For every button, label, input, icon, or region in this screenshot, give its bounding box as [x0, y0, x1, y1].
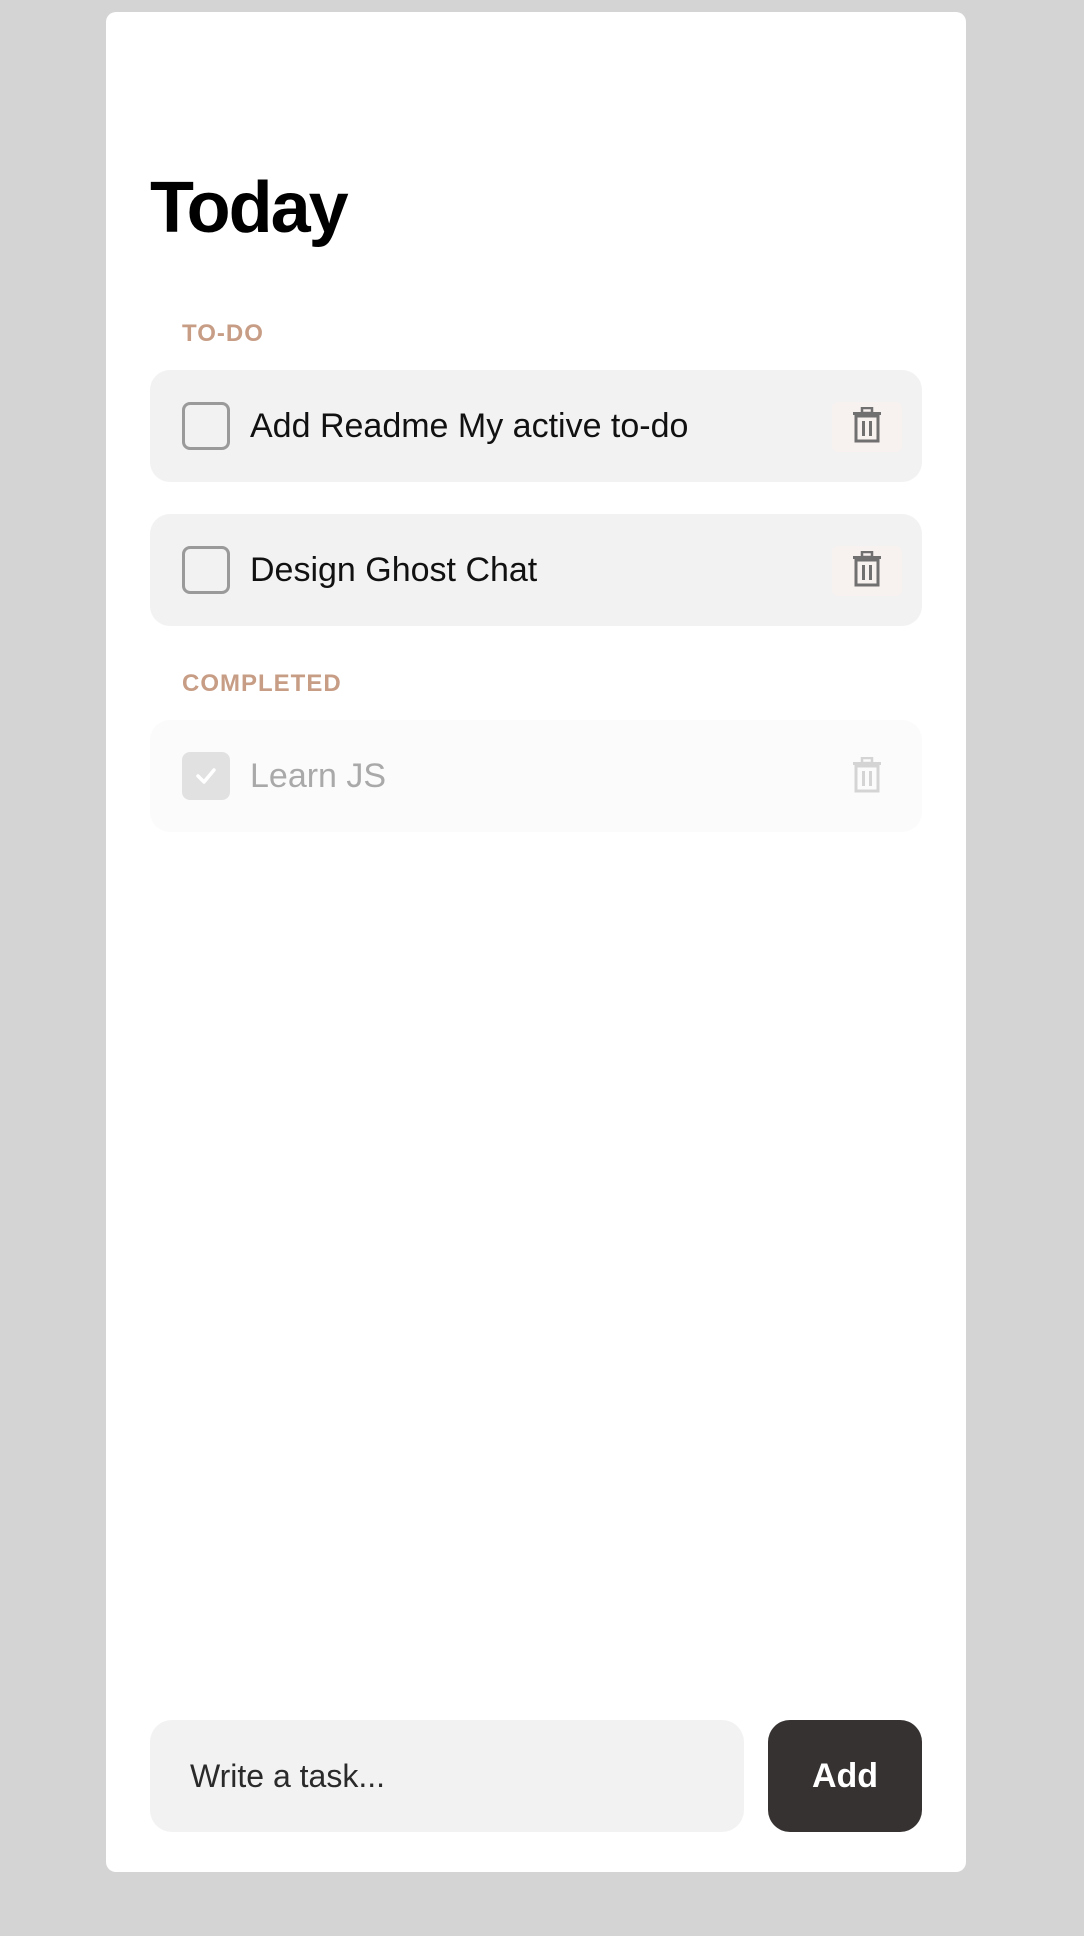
task-checkbox-checked[interactable]: [182, 752, 230, 800]
task-label: Add Readme My active to-do: [250, 407, 689, 445]
task-label: Design Ghost Chat: [250, 551, 538, 589]
completed-section-label: COMPLETED: [182, 670, 342, 697]
trash-icon: [851, 406, 883, 448]
task-label: Learn JS: [250, 757, 387, 795]
task-item-completed: Learn JS: [150, 720, 922, 832]
page-title: Today: [150, 168, 349, 248]
delete-task-button[interactable]: [832, 546, 902, 596]
todo-card: Today TO-DO Add Readme My active to-do D…: [106, 12, 966, 1872]
task-checkbox[interactable]: [182, 402, 230, 450]
task-input[interactable]: [150, 1720, 744, 1832]
task-item: Add Readme My active to-do: [150, 370, 922, 482]
task-input-wrapper: [150, 1720, 744, 1832]
add-task-button[interactable]: Add: [768, 1720, 922, 1832]
trash-icon: [851, 756, 883, 798]
delete-task-button[interactable]: [832, 402, 902, 452]
todo-section-label: TO-DO: [182, 320, 264, 347]
delete-task-button[interactable]: [832, 752, 902, 802]
task-checkbox[interactable]: [182, 546, 230, 594]
task-item: Design Ghost Chat: [150, 514, 922, 626]
trash-icon: [851, 550, 883, 592]
